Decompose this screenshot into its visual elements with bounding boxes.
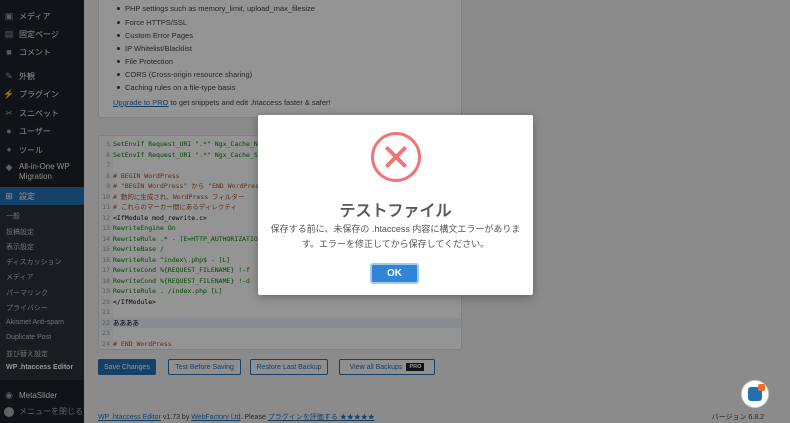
dialog-message: 保存する前に、未保存の .htaccess 内容に構文エラーがあります。エラーを… <box>270 224 521 249</box>
error-dialog: テストファイル 保存する前に、未保存の .htaccess 内容に構文エラーがあ… <box>258 115 533 295</box>
ok-button[interactable]: OK <box>370 263 419 284</box>
dialog-title: テストファイル <box>339 203 452 220</box>
error-x-icon <box>371 132 421 182</box>
help-widget-icon[interactable] <box>741 380 769 408</box>
